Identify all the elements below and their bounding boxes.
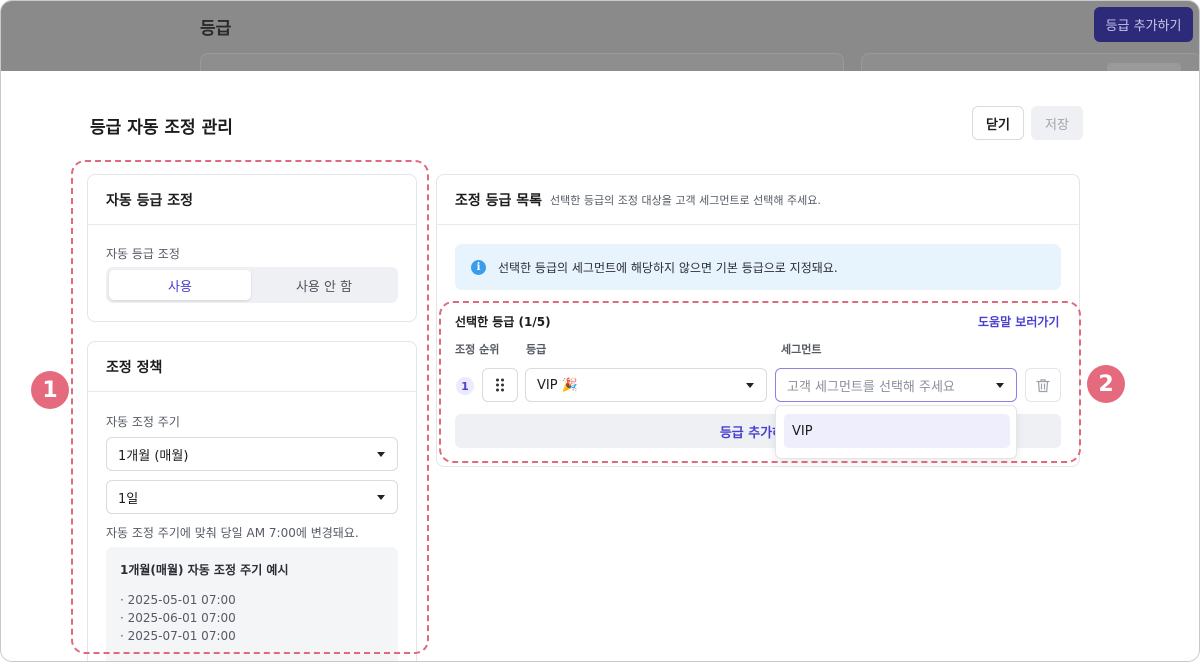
annotation-marker-2: 2 [1087,365,1125,403]
info-icon: i [471,259,486,275]
save-button[interactable]: 저장 [1031,106,1083,140]
background-add-grade-button: 등급 추가하기 [1094,7,1193,42]
background-page-title: 등급 [200,19,232,39]
annotation-marker-1: 1 [31,371,69,409]
background-page: 등급 등급 추가하기 [1,1,1199,83]
annotation-box-1 [71,160,429,654]
info-banner: i 선택한 등급의 세그먼트에 해당하지 않으면 기본 등급으로 지정돼요. [455,244,1061,290]
grade-list-subtitle: 선택한 등급의 조정 대상을 고객 세그먼트로 선택해 주세요. [550,193,821,207]
grade-list-card-header: 조정 등급 목록 선택한 등급의 조정 대상을 고객 세그먼트로 선택해 주세요… [437,175,1079,225]
close-button[interactable]: 닫기 [972,106,1024,140]
app-frame: 등급 등급 추가하기 등급 자동 조정 관리 닫기 저장 자동 등급 조정 자동… [0,0,1200,662]
modal-title: 등급 자동 조정 관리 [90,118,233,138]
grade-list-title: 조정 등급 목록 [455,192,543,209]
info-banner-text: 선택한 등급의 세그먼트에 해당하지 않으면 기본 등급으로 지정돼요. [498,260,838,275]
annotation-box-2 [439,301,1081,463]
